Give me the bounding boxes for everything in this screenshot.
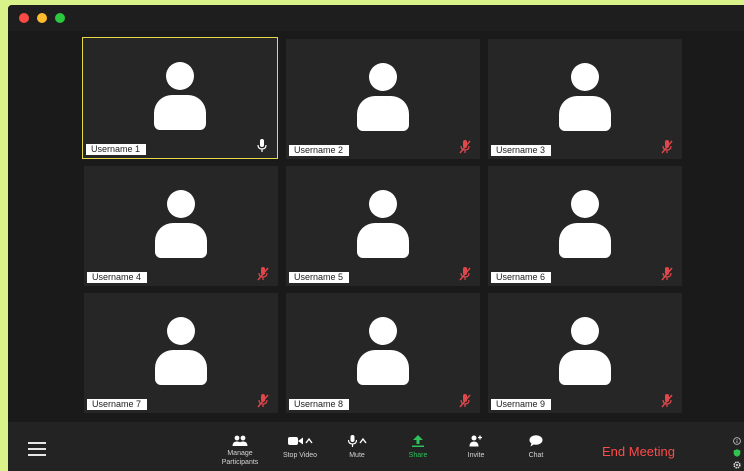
settings-gear-icon[interactable] [733,456,741,469]
security-shield-icon[interactable] [733,444,741,457]
avatar [155,190,207,258]
invite-label: Invite [467,452,485,459]
participant-name: Username 3 [491,145,552,156]
avatar [559,63,611,131]
participant-name: Username 9 [491,399,552,410]
participant-tile[interactable]: Username 4 [84,166,278,286]
avatar [155,317,207,385]
stop-video-label: Stop Video [282,452,318,459]
participant-tile[interactable]: Username 3 [488,39,682,159]
share-arrow-icon [412,435,424,447]
microphone-icon [257,139,267,152]
invite-button[interactable]: Invite [464,435,488,460]
microphone-muted-icon [257,267,269,281]
microphone-icon [347,435,367,447]
chat-bubble-icon [529,435,543,447]
participant-tile[interactable]: Username 6 [488,166,682,286]
add-user-icon [469,435,482,447]
manage-participants-label: Manage Participants [221,450,259,466]
microphone-muted-icon [459,267,471,281]
participant-name: Username 4 [87,272,148,283]
participant-name: Username 8 [289,399,350,410]
microphone-muted-icon [257,394,269,408]
info-icon[interactable] [733,432,741,445]
participants-icon [232,435,248,446]
participant-name: Username 2 [289,145,350,156]
participant-tile[interactable]: Username 5 [286,166,480,286]
avatar [357,63,409,131]
microphone-muted-icon [459,140,471,154]
participant-name: Username 5 [289,272,350,283]
mute-button[interactable]: Mute [344,435,370,460]
avatar [559,190,611,258]
microphone-muted-icon [661,267,673,281]
manage-participants-button[interactable]: Manage Participants [218,435,262,467]
menu-button[interactable] [28,442,46,456]
participant-name: Username 7 [87,399,148,410]
side-status-icons [731,432,743,469]
meeting-window: Username 1 Username 2 Username 3 Usernam… [8,5,744,471]
participant-name: Username 6 [491,272,552,283]
chat-button[interactable]: Chat [526,435,546,460]
participant-grid: Username 1 Username 2 Username 3 Usernam… [8,5,744,471]
meeting-toolbar: Manage Participants Stop Video Mute Shar… [8,422,744,471]
avatar [357,190,409,258]
avatar [357,317,409,385]
participant-name: Username 1 [86,144,147,155]
share-label: Share [408,452,428,459]
stop-video-button[interactable]: Stop Video [280,435,320,460]
participant-tile[interactable]: Username 9 [488,293,682,413]
microphone-muted-icon [661,394,673,408]
participant-tile[interactable]: Username 1 [82,37,278,159]
microphone-muted-icon [661,140,673,154]
mute-label: Mute [349,452,365,459]
end-meeting-button[interactable]: End Meeting [602,444,675,459]
avatar [154,62,206,130]
avatar [559,317,611,385]
participant-tile[interactable]: Username 8 [286,293,480,413]
chat-label: Chat [528,452,544,459]
participant-tile[interactable]: Username 7 [84,293,278,413]
video-camera-icon [288,437,313,445]
participant-tile[interactable]: Username 2 [286,39,480,159]
microphone-muted-icon [459,394,471,408]
share-button[interactable]: Share [406,435,430,460]
